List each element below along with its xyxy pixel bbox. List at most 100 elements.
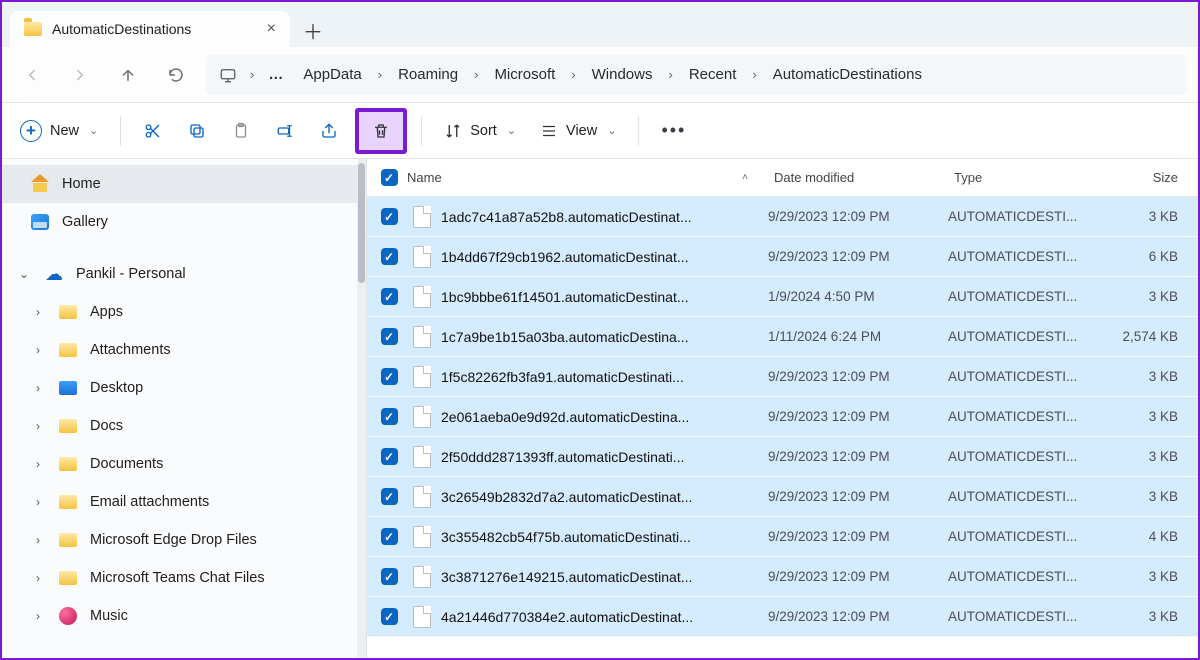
sidebar-item-attachments[interactable]: › Attachments bbox=[2, 331, 366, 369]
file-name: 1c7a9be1b15a03ba.automaticDestina... bbox=[441, 329, 768, 345]
row-checkbox[interactable]: ✓ bbox=[381, 288, 398, 305]
scissors-icon bbox=[144, 122, 162, 140]
address-bar[interactable]: › … AppData › Roaming › Microsoft › Wind… bbox=[206, 55, 1186, 95]
select-all-checkbox[interactable]: ✓ bbox=[375, 169, 403, 186]
chevron-right-icon: › bbox=[567, 67, 579, 82]
desktop-icon bbox=[58, 378, 78, 398]
rename-button[interactable] bbox=[267, 113, 303, 149]
row-checkbox[interactable]: ✓ bbox=[381, 408, 398, 425]
navigation-sidebar[interactable]: Home Gallery ⌄ ☁ Pankil - Personal › App… bbox=[2, 159, 367, 658]
breadcrumb-microsoft[interactable]: Microsoft bbox=[486, 66, 563, 83]
sidebar-item-documents[interactable]: › Documents bbox=[2, 445, 366, 483]
plus-circle-icon: + bbox=[20, 120, 42, 142]
file-row[interactable]: ✓ 2e061aeba0e9d92d.automaticDestina... 9… bbox=[367, 397, 1198, 437]
sidebar-item-edge-drop[interactable]: › Microsoft Edge Drop Files bbox=[2, 521, 366, 559]
ellipsis-icon: ••• bbox=[661, 120, 686, 141]
sidebar-item-email-attachments[interactable]: › Email attachments bbox=[2, 483, 366, 521]
breadcrumb-appdata[interactable]: AppData bbox=[295, 66, 369, 83]
toolbar-divider bbox=[120, 116, 121, 146]
file-icon bbox=[413, 486, 431, 508]
file-row[interactable]: ✓ 3c3871276e149215.automaticDestinat... … bbox=[367, 557, 1198, 597]
file-size: 3 KB bbox=[1098, 209, 1198, 224]
tab-active[interactable]: AutomaticDestinations × bbox=[10, 11, 290, 47]
view-button[interactable]: View ⌄ bbox=[532, 113, 624, 149]
sidebar-item-label: Gallery bbox=[62, 214, 108, 230]
row-checkbox[interactable]: ✓ bbox=[381, 248, 398, 265]
file-type: AUTOMATICDESTI... bbox=[948, 369, 1098, 384]
file-date: 1/11/2024 6:24 PM bbox=[768, 329, 948, 344]
column-header-name[interactable]: Name ˄ bbox=[403, 170, 768, 185]
file-size: 3 KB bbox=[1098, 289, 1198, 304]
gallery-icon bbox=[30, 212, 50, 232]
more-button[interactable]: ••• bbox=[653, 113, 694, 149]
sidebar-item-label: Microsoft Edge Drop Files bbox=[90, 532, 257, 548]
share-icon bbox=[320, 122, 338, 140]
arrow-left-icon bbox=[23, 66, 41, 84]
up-button[interactable] bbox=[110, 57, 146, 93]
sidebar-item-account[interactable]: ⌄ ☁ Pankil - Personal bbox=[2, 255, 366, 293]
file-icon bbox=[413, 606, 431, 628]
tab-close-icon[interactable]: × bbox=[267, 21, 276, 37]
delete-button[interactable] bbox=[355, 108, 407, 154]
sidebar-item-desktop[interactable]: › Desktop bbox=[2, 369, 366, 407]
file-row[interactable]: ✓ 1b4dd67f29cb1962.automaticDestinat... … bbox=[367, 237, 1198, 277]
back-button[interactable] bbox=[14, 57, 50, 93]
breadcrumb-overflow[interactable]: … bbox=[262, 66, 291, 83]
file-type: AUTOMATICDESTI... bbox=[948, 449, 1098, 464]
sidebar-item-docs[interactable]: › Docs bbox=[2, 407, 366, 445]
breadcrumb-roaming[interactable]: Roaming bbox=[390, 66, 466, 83]
share-button[interactable] bbox=[311, 113, 347, 149]
row-checkbox[interactable]: ✓ bbox=[381, 328, 398, 345]
file-icon bbox=[413, 246, 431, 268]
breadcrumb-current[interactable]: AutomaticDestinations bbox=[765, 66, 930, 83]
file-row[interactable]: ✓ 1c7a9be1b15a03ba.automaticDestina... 1… bbox=[367, 317, 1198, 357]
file-row[interactable]: ✓ 1f5c82262fb3fa91.automaticDestinati...… bbox=[367, 357, 1198, 397]
column-header-date[interactable]: Date modified bbox=[768, 170, 948, 185]
paste-button[interactable] bbox=[223, 113, 259, 149]
row-checkbox[interactable]: ✓ bbox=[381, 608, 398, 625]
chevron-down-icon: ⌄ bbox=[607, 124, 616, 137]
sidebar-item-music[interactable]: › Music bbox=[2, 597, 366, 635]
new-button[interactable]: + New ⌄ bbox=[12, 113, 106, 149]
file-row[interactable]: ✓ 1adc7c41a87a52b8.automaticDestinat... … bbox=[367, 197, 1198, 237]
sidebar-item-home[interactable]: Home bbox=[2, 165, 366, 203]
file-row[interactable]: ✓ 4a21446d770384e2.automaticDestinat... … bbox=[367, 597, 1198, 637]
row-checkbox[interactable]: ✓ bbox=[381, 208, 398, 225]
file-row[interactable]: ✓ 1bc9bbbe61f14501.automaticDestinat... … bbox=[367, 277, 1198, 317]
scrollbar[interactable] bbox=[357, 159, 366, 658]
row-checkbox[interactable]: ✓ bbox=[381, 528, 398, 545]
new-label: New bbox=[50, 123, 79, 139]
file-size: 3 KB bbox=[1098, 369, 1198, 384]
copy-icon bbox=[188, 122, 206, 140]
file-type: AUTOMATICDESTI... bbox=[948, 489, 1098, 504]
new-tab-button[interactable]: ＋ bbox=[296, 13, 330, 47]
cut-button[interactable] bbox=[135, 113, 171, 149]
sort-button[interactable]: Sort ⌄ bbox=[436, 113, 524, 149]
column-header-type[interactable]: Type bbox=[948, 170, 1098, 185]
file-icon bbox=[413, 286, 431, 308]
forward-button[interactable] bbox=[62, 57, 98, 93]
row-checkbox[interactable]: ✓ bbox=[381, 488, 398, 505]
command-toolbar: + New ⌄ Sort ⌄ View ⌄ ••• bbox=[2, 103, 1198, 159]
toolbar-divider bbox=[421, 116, 422, 146]
row-checkbox[interactable]: ✓ bbox=[381, 368, 398, 385]
file-row[interactable]: ✓ 3c26549b2832d7a2.automaticDestinat... … bbox=[367, 477, 1198, 517]
sidebar-item-apps[interactable]: › Apps bbox=[2, 293, 366, 331]
file-rows-container[interactable]: ✓ 1adc7c41a87a52b8.automaticDestinat... … bbox=[367, 197, 1198, 658]
row-checkbox[interactable]: ✓ bbox=[381, 448, 398, 465]
copy-button[interactable] bbox=[179, 113, 215, 149]
file-row[interactable]: ✓ 2f50ddd2871393ff.automaticDestinati...… bbox=[367, 437, 1198, 477]
row-checkbox[interactable]: ✓ bbox=[381, 568, 398, 585]
column-header-size[interactable]: Size bbox=[1098, 170, 1198, 185]
sidebar-item-gallery[interactable]: Gallery bbox=[2, 203, 366, 241]
breadcrumb-windows[interactable]: Windows bbox=[584, 66, 661, 83]
file-date: 9/29/2023 12:09 PM bbox=[768, 569, 948, 584]
file-name: 3c3871276e149215.automaticDestinat... bbox=[441, 569, 768, 585]
breadcrumb-recent[interactable]: Recent bbox=[681, 66, 745, 83]
chevron-right-icon: › bbox=[374, 67, 386, 82]
sidebar-item-teams-chat[interactable]: › Microsoft Teams Chat Files bbox=[2, 559, 366, 597]
file-date: 9/29/2023 12:09 PM bbox=[768, 209, 948, 224]
file-row[interactable]: ✓ 3c355482cb54f75b.automaticDestinati...… bbox=[367, 517, 1198, 557]
refresh-button[interactable] bbox=[158, 57, 194, 93]
file-date: 9/29/2023 12:09 PM bbox=[768, 449, 948, 464]
